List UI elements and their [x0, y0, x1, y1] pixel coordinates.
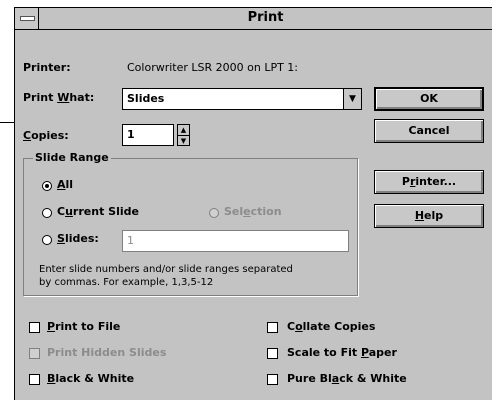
- printer-name: Colorwriter LSR 2000 on LPT 1:: [127, 61, 299, 74]
- help-button[interactable]: Help: [374, 204, 484, 228]
- black-white-label[interactable]: Black & White: [47, 372, 134, 385]
- ok-button[interactable]: OK: [374, 87, 484, 111]
- copies-value: 1: [127, 128, 135, 141]
- slide-range-group: [23, 158, 358, 296]
- radio-slides[interactable]: [42, 235, 52, 245]
- black-white-checkbox[interactable]: [29, 374, 40, 385]
- radio-current-slide-label[interactable]: Current Slide: [57, 205, 139, 218]
- print-to-file-label[interactable]: Print to File: [47, 320, 120, 333]
- slide-range-hint-line2: by commas. For example, 1,3,5-12: [39, 277, 214, 288]
- stepper-up-icon[interactable]: ▲: [178, 125, 189, 136]
- pure-black-white-label[interactable]: Pure Black & White: [287, 372, 407, 385]
- printer-label: Printer:: [23, 61, 71, 74]
- stepper-down-icon[interactable]: ▼: [178, 136, 189, 146]
- scale-to-fit-paper-label[interactable]: Scale to Fit Paper: [287, 346, 397, 359]
- slides-input[interactable]: 1: [122, 230, 349, 252]
- copies-stepper[interactable]: ▲ ▼: [177, 124, 190, 146]
- system-menu-button[interactable]: [15, 8, 39, 29]
- slides-value: 1: [127, 234, 134, 247]
- print-hidden-slides-checkbox: [29, 348, 40, 359]
- copies-label: Copies:: [23, 129, 69, 142]
- cancel-button[interactable]: Cancel: [374, 119, 484, 143]
- radio-current-slide[interactable]: [42, 208, 52, 218]
- radio-selection: [209, 208, 219, 218]
- printer-button[interactable]: Printer...: [374, 170, 484, 194]
- radio-selection-label: Selection: [224, 205, 282, 218]
- slide-range-hint-line1: Enter slide numbers and/or slide ranges …: [39, 264, 293, 275]
- window-title: Print: [247, 10, 284, 25]
- print-what-label: Print What:: [23, 91, 95, 104]
- print-hidden-slides-label: Print Hidden Slides: [47, 346, 167, 359]
- collate-copies-checkbox[interactable]: [267, 322, 278, 333]
- title-bar: Print: [15, 8, 492, 30]
- print-what-value: Slides: [127, 92, 165, 105]
- copies-input[interactable]: 1: [122, 124, 174, 146]
- radio-slides-label[interactable]: Slides:: [57, 232, 99, 245]
- pure-black-white-checkbox[interactable]: [267, 374, 278, 385]
- print-what-dropdown[interactable]: Slides ▼: [122, 88, 362, 110]
- radio-all-label[interactable]: All: [57, 178, 73, 191]
- print-to-file-checkbox[interactable]: [29, 322, 40, 333]
- radio-all[interactable]: [42, 181, 52, 191]
- collate-copies-label[interactable]: Collate Copies: [287, 320, 375, 333]
- print-dialog: Print Printer: Colorwriter LSR 2000 on L…: [14, 7, 492, 400]
- slide-range-title: Slide Range: [33, 151, 111, 164]
- scale-to-fit-paper-checkbox[interactable]: [267, 348, 278, 359]
- system-menu-icon: [20, 16, 35, 21]
- dropdown-arrow-icon[interactable]: ▼: [343, 89, 361, 109]
